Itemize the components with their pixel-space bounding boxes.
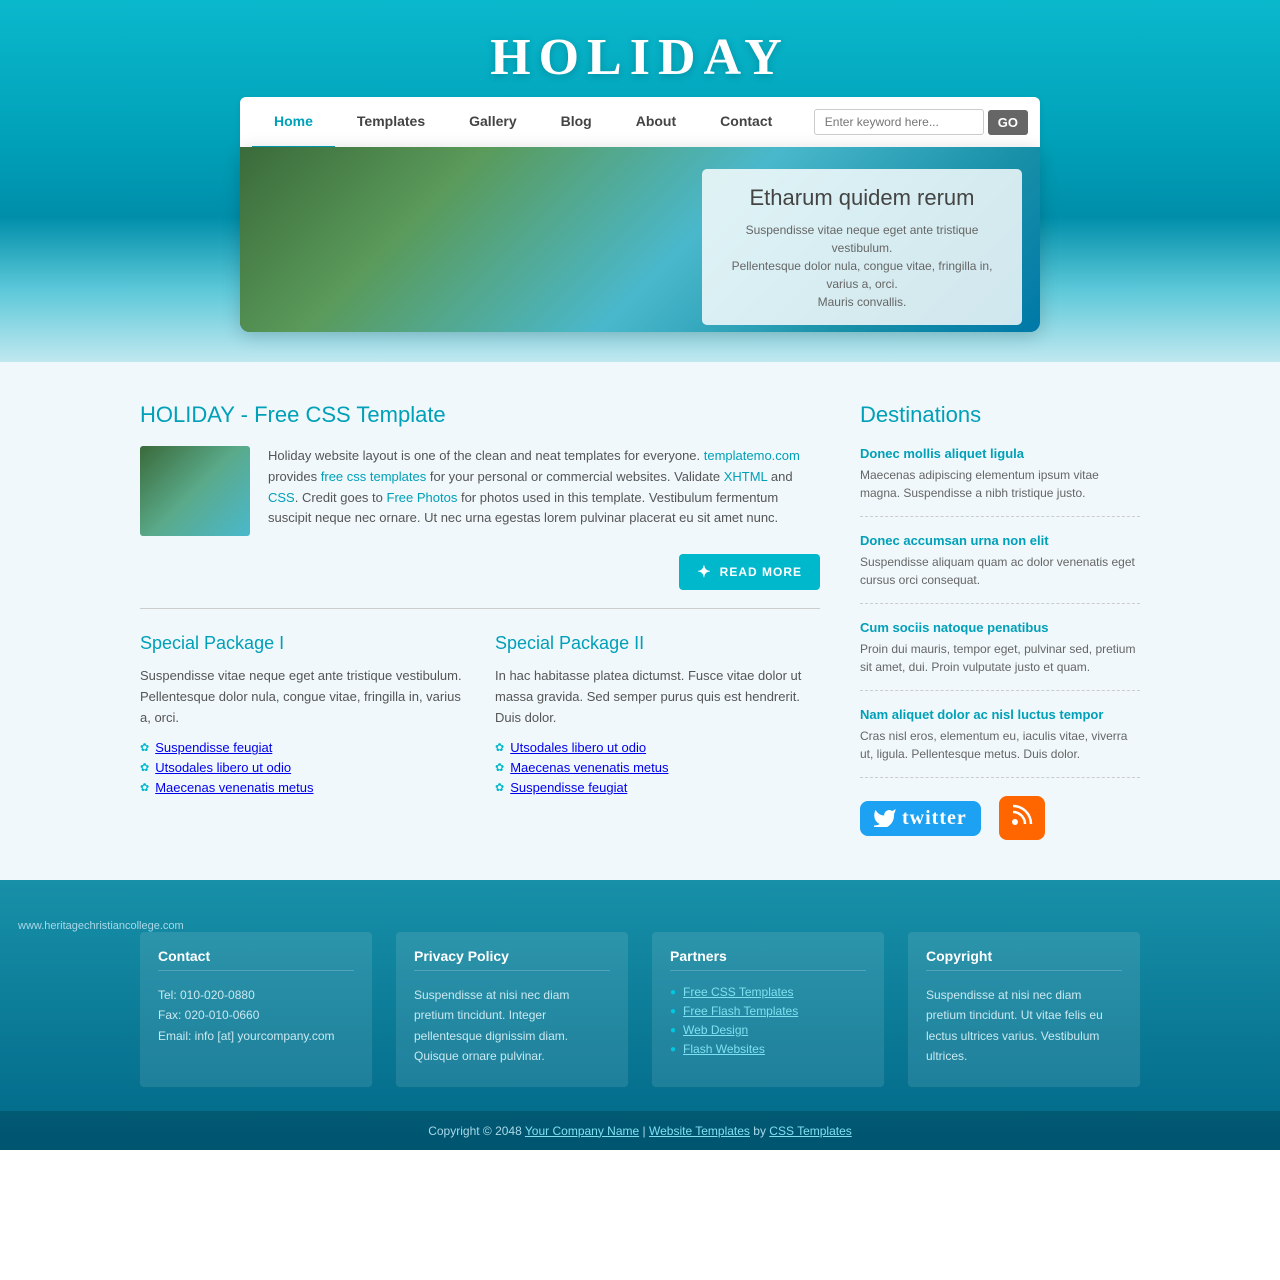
footer-partners-list: Free CSS Templates Free Flash Templates … [670, 985, 866, 1056]
dest-item-3-text: Proin dui mauris, tempor eget, pulvinar … [860, 640, 1140, 676]
list-item: Web Design [670, 1023, 866, 1037]
divider [140, 608, 820, 609]
dest-item-3: Cum sociis natoque penatibus Proin dui m… [860, 620, 1140, 691]
site-title: HOLIDAY [0, 0, 1280, 97]
twitter-label: twitter [902, 807, 967, 830]
footer-copyright-title: Copyright [926, 948, 1122, 971]
hero-wrapper: Etharum quidem rerum Suspendisse vitae n… [240, 147, 1040, 332]
package-2-text: In hac habitasse platea dictumst. Fusce … [495, 666, 820, 728]
list-item: Suspendisse feugiat [140, 740, 465, 755]
nav-gallery[interactable]: Gallery [447, 96, 538, 148]
footer-partners-title: Partners [670, 948, 866, 971]
footer-bottom: Copyright © 2048 Your Company Name | Web… [0, 1111, 1280, 1150]
rss-icon[interactable] [999, 796, 1045, 840]
search-input[interactable] [814, 109, 984, 135]
rss-feed-icon [1011, 804, 1033, 826]
twitter-bird-icon [874, 809, 896, 827]
dest-item-3-title: Cum sociis natoque penatibus [860, 620, 1140, 635]
free-flash-templates-link[interactable]: Free Flash Templates [683, 1004, 798, 1018]
about-flex: Holiday website layout is one of the cle… [140, 446, 820, 536]
hero-desc: Suspendisse vitae neque eget ante tristi… [720, 221, 1004, 311]
package-1-list: Suspendisse feugiat Utsodales libero ut … [140, 740, 465, 795]
footer-copyright-col: Copyright Suspendisse at nisi nec diam p… [908, 932, 1140, 1087]
search-button[interactable]: GO [988, 110, 1028, 135]
company-name-link[interactable]: Your Company Name [525, 1124, 639, 1138]
web-design-link[interactable]: Web Design [683, 1023, 748, 1037]
read-more-button[interactable]: ✦ READ MORE [679, 554, 820, 590]
hero-heading: Etharum quidem rerum [720, 185, 1004, 211]
free-css-link[interactable]: free css templates [321, 469, 427, 484]
package-2-title: Special Package II [495, 633, 820, 654]
css-templates-link[interactable]: CSS Templates [769, 1124, 851, 1138]
dest-item-1-text: Maecenas adipiscing elementum ipsum vita… [860, 466, 1140, 502]
nav-about[interactable]: About [614, 96, 698, 148]
list-item: Free Flash Templates [670, 1004, 866, 1018]
content-area: HOLIDAY - Free CSS Template Holiday webs… [0, 362, 1280, 1150]
footer-privacy: Privacy Policy Suspendisse at nisi nec d… [396, 932, 628, 1087]
main-column: HOLIDAY - Free CSS Template Holiday webs… [140, 402, 820, 840]
dest-item-4-title: Nam aliquet dolor ac nisl luctus tempor [860, 707, 1140, 722]
about-text: Holiday website layout is one of the cle… [268, 446, 820, 536]
hero-section: HOLIDAY Home Templates Gallery Blog Abou… [0, 0, 1280, 362]
dest-item-1-title: Donec mollis aliquet ligula [860, 446, 1140, 461]
footer-partners: Partners Free CSS Templates Free Flash T… [652, 932, 884, 1087]
list-item: Suspendisse feugiat [495, 780, 820, 795]
package-2: Special Package II In hac habitasse plat… [495, 633, 820, 800]
dest-item-2-title: Donec accumsan urna non elit [860, 533, 1140, 548]
packages: Special Package I Suspendisse vitae nequ… [140, 633, 820, 800]
footer-watermark: www.heritagechristiancollege.com [0, 912, 1280, 932]
footer-contact-text: Tel: 010-020-0880 Fax: 020-010-0660 Emai… [158, 985, 354, 1046]
list-item: Maecenas venenatis metus [495, 760, 820, 775]
package-1-title: Special Package I [140, 633, 465, 654]
side-column: Destinations Donec mollis aliquet ligula… [860, 402, 1140, 840]
main-section-title: HOLIDAY - Free CSS Template [140, 402, 820, 428]
package-2-list: Utsodales libero ut odio Maecenas venena… [495, 740, 820, 795]
templatemo-link[interactable]: templatemo.com [704, 448, 800, 463]
footer-bottom-text: Copyright © 2048 Your Company Name | Web… [428, 1124, 852, 1138]
dest-item-2: Donec accumsan urna non elit Suspendisse… [860, 533, 1140, 604]
free-css-templates-link[interactable]: Free CSS Templates [683, 985, 794, 999]
free-photos-link[interactable]: Free Photos [387, 490, 458, 505]
list-item: Utsodales libero ut odio [140, 760, 465, 775]
nav-templates[interactable]: Templates [335, 96, 447, 148]
css-link[interactable]: CSS [268, 490, 295, 505]
list-item: Maecenas venenatis metus [140, 780, 465, 795]
package-1-text: Suspendisse vitae neque eget ante tristi… [140, 666, 465, 728]
twitter-icon[interactable]: twitter [860, 801, 981, 836]
nav-links: Home Templates Gallery Blog About Contac… [252, 96, 814, 148]
about-image [140, 446, 250, 536]
nav-contact[interactable]: Contact [698, 96, 794, 148]
footer-inner: Contact Tel: 010-020-0880 Fax: 020-010-0… [140, 932, 1140, 1087]
list-item: Utsodales libero ut odio [495, 740, 820, 755]
website-templates-link[interactable]: Website Templates [649, 1124, 750, 1138]
package-1: Special Package I Suspendisse vitae nequ… [140, 633, 465, 800]
footer-contact-title: Contact [158, 948, 354, 971]
dest-item-2-text: Suspendisse aliquam quam ac dolor venena… [860, 553, 1140, 589]
footer-privacy-text: Suspendisse at nisi nec diam pretium tin… [414, 985, 610, 1067]
search-area: GO [814, 109, 1028, 135]
social-icons: twitter [860, 796, 1140, 840]
content-inner: HOLIDAY - Free CSS Template Holiday webs… [140, 402, 1140, 840]
list-item: Free CSS Templates [670, 985, 866, 999]
dest-item-4: Nam aliquet dolor ac nisl luctus tempor … [860, 707, 1140, 778]
flash-websites-link[interactable]: Flash Websites [683, 1042, 765, 1056]
list-item: Flash Websites [670, 1042, 866, 1056]
hero-text-box: Etharum quidem rerum Suspendisse vitae n… [702, 169, 1022, 325]
footer-privacy-title: Privacy Policy [414, 948, 610, 971]
destinations-title: Destinations [860, 402, 1140, 428]
read-more-icon: ✦ [697, 562, 711, 582]
footer-copyright-text: Suspendisse at nisi nec diam pretium tin… [926, 985, 1122, 1067]
read-more-label: READ MORE [720, 565, 802, 579]
navbar: Home Templates Gallery Blog About Contac… [240, 97, 1040, 147]
nav-blog[interactable]: Blog [539, 96, 614, 148]
xhtml-link[interactable]: XHTML [724, 469, 768, 484]
footer: www.heritagechristiancollege.com Contact… [0, 880, 1280, 1150]
footer-contact: Contact Tel: 010-020-0880 Fax: 020-010-0… [140, 932, 372, 1087]
nav-home[interactable]: Home [252, 96, 335, 148]
dest-item-4-text: Cras nisl eros, elementum eu, iaculis vi… [860, 727, 1140, 763]
dest-item-1: Donec mollis aliquet ligula Maecenas adi… [860, 446, 1140, 517]
